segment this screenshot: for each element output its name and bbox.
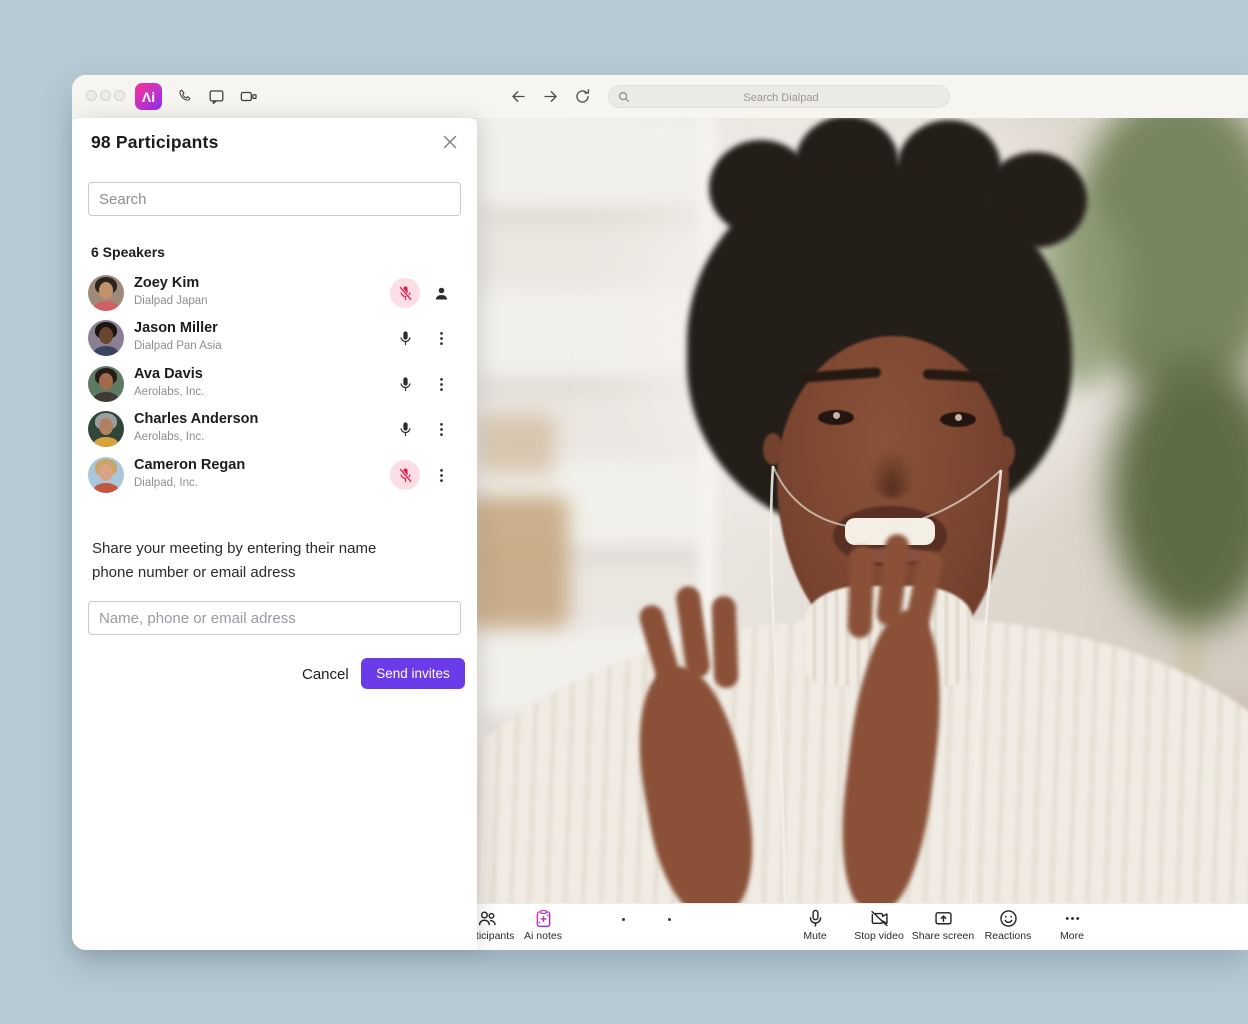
participant-name: Charles Anderson xyxy=(134,411,258,427)
kebab-menu-icon[interactable] xyxy=(430,372,452,396)
close-icon[interactable] xyxy=(439,131,461,153)
mic-muted-icon[interactable] xyxy=(390,460,420,490)
kebab-menu-icon[interactable] xyxy=(430,326,452,350)
participant-name: Cameron Regan xyxy=(134,457,245,473)
messages-tab-icon[interactable] xyxy=(207,87,226,106)
global-search-input[interactable] xyxy=(609,86,953,109)
participant-row: Ava Davis Aerolabs, Inc. xyxy=(72,364,477,404)
toolbar-mute-label: Mute xyxy=(803,930,826,942)
dialpad-ai-logo: Λi xyxy=(135,83,162,110)
participant-name: Zoey Kim xyxy=(134,275,199,291)
participants-icon xyxy=(477,908,498,929)
participants-panel-title: 98 Participants xyxy=(91,132,219,153)
kebab-menu-icon[interactable] xyxy=(430,463,452,487)
avatar xyxy=(88,411,124,447)
avatar xyxy=(88,320,124,356)
participant-row: Charles Anderson Aerolabs, Inc. xyxy=(72,409,477,449)
toolbar-stop-video-label: Stop video xyxy=(854,930,904,942)
meeting-toolbar: Participants Ai notes xyxy=(477,903,1248,950)
dialpad-ai-logo-glyph: Λi xyxy=(142,89,155,105)
smiley-icon xyxy=(998,908,1019,929)
mic-on-icon[interactable] xyxy=(390,369,420,399)
participants-panel: 98 Participants 6 Speakers Zoey Kim Dial… xyxy=(72,118,477,950)
traffic-light-minimize[interactable] xyxy=(100,90,111,101)
avatar xyxy=(88,366,124,402)
share-screen-icon xyxy=(933,908,954,929)
kebab-menu-icon[interactable] xyxy=(430,417,452,441)
phone-tab-icon[interactable] xyxy=(176,87,195,106)
ai-notes-icon xyxy=(533,908,554,929)
mic-on-icon[interactable] xyxy=(390,414,420,444)
toolbar-more-options-label: Reactions xyxy=(985,930,1032,942)
toolbar-ai-notes-label: Ai notes xyxy=(524,930,562,942)
participants-search-input[interactable] xyxy=(88,182,461,216)
toolbar-more-button[interactable]: More xyxy=(1027,908,1117,942)
nav-back-icon[interactable] xyxy=(509,87,528,106)
toolbar-separator-dot xyxy=(668,918,671,921)
participant-org: Aerolabs, Inc. xyxy=(134,386,204,398)
global-search-bar[interactable] xyxy=(608,85,950,108)
desktop-background: Λi xyxy=(0,0,1248,1024)
mic-on-icon[interactable] xyxy=(390,323,420,353)
participant-row: Cameron Regan Dialpad, Inc. xyxy=(72,455,477,495)
participant-org: Aerolabs, Inc. xyxy=(134,431,204,443)
window-titlebar: Λi xyxy=(72,75,1248,119)
participant-org: Dialpad, Inc. xyxy=(134,477,198,489)
mic-muted-icon[interactable] xyxy=(390,278,420,308)
person-icon[interactable] xyxy=(430,281,452,305)
dialpad-app-window: Λi xyxy=(72,75,1248,950)
send-invites-button[interactable]: Send invites xyxy=(361,658,465,689)
cancel-button[interactable]: Cancel xyxy=(296,665,355,684)
earphone-wires xyxy=(477,118,1248,903)
traffic-light-zoom[interactable] xyxy=(114,90,125,101)
participant-org: Dialpad Japan xyxy=(134,295,208,307)
avatar xyxy=(88,275,124,311)
participant-row: Zoey Kim Dialpad Japan xyxy=(72,273,477,313)
participant-row: Jason Miller Dialpad Pan Asia xyxy=(72,318,477,358)
video-tab-icon[interactable] xyxy=(239,87,258,106)
toolbar-more-label: More xyxy=(1060,930,1084,942)
microphone-icon xyxy=(805,908,826,929)
toolbar-ai-notes-button[interactable]: Ai notes xyxy=(498,908,588,942)
speakers-section-header: 6 Speakers xyxy=(91,244,165,260)
participant-name: Ava Davis xyxy=(134,366,203,382)
more-dots-icon xyxy=(1062,908,1083,929)
participant-name: Jason Miller xyxy=(134,320,218,336)
participant-org: Dialpad Pan Asia xyxy=(134,340,222,352)
video-off-icon xyxy=(869,908,890,929)
nav-forward-icon[interactable] xyxy=(541,87,560,106)
video-feed xyxy=(477,118,1248,903)
toolbar-separator-dot xyxy=(622,918,625,921)
nav-reload-icon[interactable] xyxy=(573,87,592,106)
avatar xyxy=(88,457,124,493)
invite-input[interactable] xyxy=(88,601,461,635)
invite-description: Share your meeting by entering their nam… xyxy=(92,537,422,585)
traffic-light-close[interactable] xyxy=(86,90,97,101)
